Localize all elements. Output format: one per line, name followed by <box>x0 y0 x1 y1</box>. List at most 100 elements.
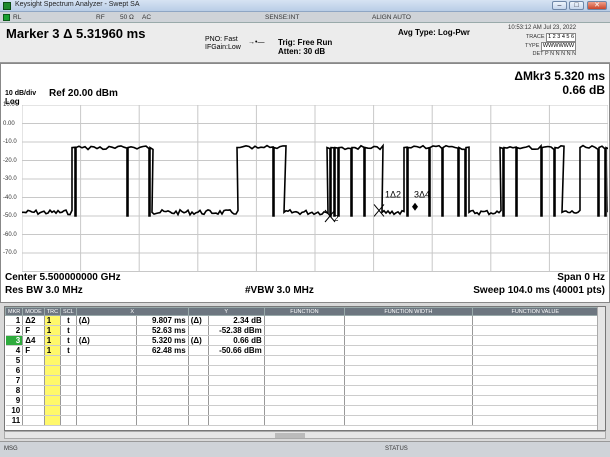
cell-y1: (Δ) <box>188 315 209 326</box>
table-row[interactable]: 4 F 1 t 62.48 ms -50.66 dBm <box>5 345 600 356</box>
scroll-thumb[interactable] <box>275 433 305 438</box>
span-label[interactable]: Span 0 Hz <box>557 272 605 283</box>
cell-fw <box>344 415 473 426</box>
status-bar: MSG STATUS <box>0 441 610 457</box>
y-tick-label: 0.00 <box>3 120 15 127</box>
trace-plot[interactable]: 2 1Δ2 3Δ4 <box>22 105 608 272</box>
cell-fw <box>344 335 473 346</box>
horizontal-scrollbar[interactable] <box>4 431 606 439</box>
det-row: P N N N N N <box>544 51 577 57</box>
y-tick-label: 10.0 <box>3 102 15 108</box>
table-row[interactable]: 7 <box>5 375 600 386</box>
table-row[interactable]: 6 <box>5 365 600 376</box>
table-row[interactable]: 3 Δ4 1 t (Δ) 5.320 ms (Δ) 0.66 dB <box>5 335 600 346</box>
table-row[interactable]: 10 <box>5 405 600 416</box>
cell-x1 <box>76 345 137 356</box>
table-header: FUNCTION VALUE <box>471 307 600 316</box>
cell-fn <box>264 385 346 396</box>
cell-y2: 0.66 dB <box>208 335 265 346</box>
cell-fv <box>472 335 600 346</box>
cell-y2: 2.34 dB <box>208 315 265 326</box>
cell-scl: t <box>60 345 77 356</box>
close-button[interactable]: ✕ <box>587 1 607 10</box>
cell-trc <box>44 415 62 426</box>
cell-fn <box>264 375 346 386</box>
cell-x2 <box>136 385 189 396</box>
cell-mode: Δ2 <box>22 315 45 326</box>
cell-scl <box>60 405 77 416</box>
cell-num: 4 <box>5 345 24 356</box>
vertical-scrollbar[interactable] <box>597 307 605 430</box>
cell-scl <box>60 395 77 406</box>
rl-indicator-icon <box>3 14 10 21</box>
cell-fw <box>344 365 473 376</box>
cell-mode: F <box>22 325 45 336</box>
table-row[interactable]: 5 <box>5 355 600 366</box>
cell-fw <box>344 385 473 396</box>
cell-y1 <box>188 355 209 366</box>
cell-fn <box>264 395 346 406</box>
vbw-label[interactable]: #VBW 3.0 MHz <box>245 285 314 296</box>
rf-label: RF <box>96 14 105 21</box>
marker-3-diamond-icon <box>412 202 418 211</box>
center-freq-label[interactable]: Center 5.500000000 GHz <box>5 272 121 283</box>
scale-label: 10 dB/div <box>5 90 37 97</box>
cell-y1 <box>188 325 209 336</box>
cell-trc: 1 <box>44 345 62 356</box>
trace-label: TRACE <box>525 34 545 40</box>
impedance-label: 50 Ω <box>120 14 134 21</box>
table-row[interactable]: 9 <box>5 395 600 406</box>
cell-x2 <box>136 405 189 416</box>
cell-num: 5 <box>5 355 24 366</box>
cell-trc <box>44 405 62 416</box>
cell-fv <box>472 405 600 416</box>
cell-fw <box>344 405 473 416</box>
status-label: STATUS <box>385 446 408 452</box>
cell-mode: Δ4 <box>22 335 45 346</box>
cell-fw <box>344 395 473 406</box>
table-row[interactable]: 11 <box>5 415 600 426</box>
res-bw-label[interactable]: Res BW 3.0 MHz <box>5 285 83 296</box>
table-row[interactable]: 8 <box>5 385 600 396</box>
table-header: FUNCTION WIDTH <box>344 307 473 316</box>
cell-num: 6 <box>5 365 24 376</box>
cell-fw <box>344 315 473 326</box>
cell-y2: -50.66 dBm <box>208 345 265 356</box>
sweep-label[interactable]: Sweep 104.0 ms (40001 pts) <box>473 285 605 296</box>
maximize-button[interactable]: □ <box>569 1 584 10</box>
ref-level-label[interactable]: Ref 20.00 dBm <box>49 88 118 99</box>
cell-mode <box>22 405 45 416</box>
table-header: FUNCTION <box>263 307 346 316</box>
table-header: Y <box>187 307 265 316</box>
active-marker-title[interactable]: Marker 3 Δ 5.31960 ms <box>6 26 145 41</box>
table-row[interactable]: 2 F 1 t 52.63 ms -52.38 dBm <box>5 325 600 336</box>
type-row: WWWWWW <box>540 42 577 51</box>
marker-table-panel[interactable]: MKR MODE TRC SCL X Y FUNCTION FUNCTION WIDTH FUN… <box>4 306 606 431</box>
marker-2-label: 2 <box>334 214 339 223</box>
pno-label: PNO: Fast <box>205 36 238 43</box>
trig-label: Trig: Free Run <box>278 38 333 47</box>
cell-y1 <box>188 395 209 406</box>
table-row[interactable]: 1 Δ2 1 t (Δ) 9.807 ms (Δ) 2.34 dB <box>5 315 600 326</box>
marker-glyphs: 2 1Δ2 3Δ4 <box>324 190 430 223</box>
cell-scl: t <box>60 335 77 346</box>
y-tick-label: -60.0 <box>3 231 17 238</box>
app-icon <box>3 2 11 10</box>
cell-y2 <box>208 395 265 406</box>
cell-x2: 5.320 ms <box>136 335 189 346</box>
delta-marker-value: 0.66 dB <box>562 83 605 97</box>
minimize-button[interactable]: – <box>552 1 567 10</box>
marker-table: MKR MODE TRC SCL X Y FUNCTION FUNCTION WIDTH FUN… <box>5 307 600 426</box>
msg-label: MSG <box>4 446 18 452</box>
cell-scl: t <box>60 315 77 326</box>
cell-x1 <box>76 355 137 366</box>
ifgain-label: IFGain:Low <box>205 44 241 51</box>
y-tick-label: -10.0 <box>3 139 17 145</box>
spectrum-display[interactable]: ΔMkr3 5.320 ms 0.66 dB 10 dB/div Log Ref… <box>0 63 610 303</box>
cell-y2 <box>208 405 265 416</box>
title-bar: Keysight Spectrum Analyzer - Swept SA – … <box>0 0 610 12</box>
delta-marker-label: ΔMkr3 5.320 ms <box>514 69 605 83</box>
cell-scl <box>60 385 77 396</box>
cell-trc: 1 <box>44 325 62 336</box>
cell-trc: 1 <box>44 335 62 346</box>
